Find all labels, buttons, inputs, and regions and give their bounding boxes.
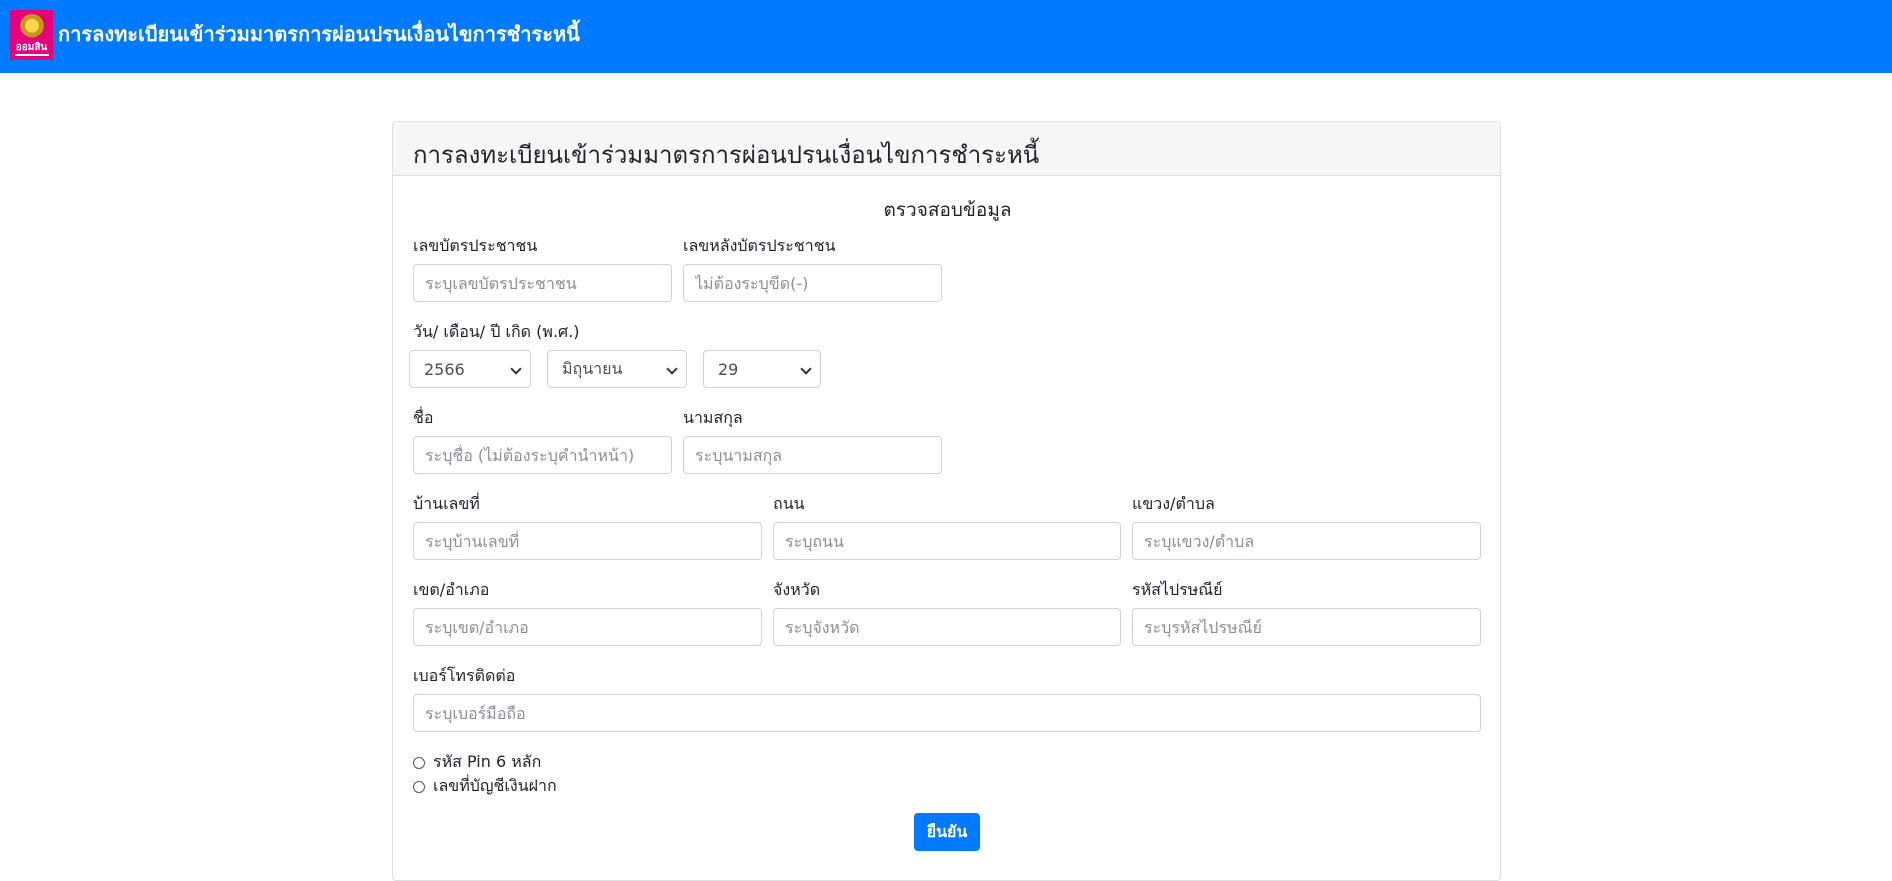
radio-button[interactable] <box>413 756 425 769</box>
birth-month-select[interactable]: มิถุนายน <box>547 350 687 388</box>
navbar-brand[interactable]: การลงทะเบียนเข้าร่วมมาตรการผ่อนปรนเงื่อน… <box>58 18 580 50</box>
house-no-label: บ้านเลขที่ <box>413 494 480 513</box>
logo-text: ออมสิน <box>15 42 48 53</box>
radio-pin-label: รหัส Pin 6 หลัก <box>433 752 542 771</box>
radio-account-label: เลขที่บัญชีเงินฝาก <box>433 776 557 795</box>
subdistrict-input[interactable] <box>1132 522 1481 560</box>
card-header: การลงทะเบียนเข้าร่วมมาตรการผ่อนปรนเงื่อน… <box>393 122 1500 176</box>
laser-code-input[interactable] <box>683 264 942 302</box>
id-card-label: เลขบัตรประชาชน <box>413 236 538 255</box>
postcode-input[interactable] <box>1132 608 1481 646</box>
radio-pin-option[interactable]: รหัส Pin 6 หลัก <box>413 750 541 775</box>
district-input[interactable] <box>413 608 762 646</box>
district-label: เขต/อำเภอ <box>413 580 490 599</box>
chevron-down-icon <box>666 363 678 375</box>
birth-year-select[interactable]: 2566 <box>409 350 531 388</box>
logo-underline <box>14 54 49 56</box>
province-label: จังหวัด <box>773 580 821 599</box>
road-input[interactable] <box>773 522 1121 560</box>
card-title: การลงทะเบียนเข้าร่วมมาตรการผ่อนปรนเงื่อน… <box>413 141 1040 169</box>
birth-month-value: มิถุนายน <box>562 358 623 378</box>
phone-label: เบอร์โทรติดต่อ <box>413 666 516 685</box>
postcode-label: รหัสไปรษณีย์ <box>1132 580 1223 599</box>
province-input[interactable] <box>773 608 1121 646</box>
radio-account-option[interactable]: เลขที่บัญชีเงินฝาก <box>413 774 557 799</box>
subdistrict-label: แขวง/ตำบล <box>1132 494 1215 513</box>
laser-code-label: เลขหลังบัตรประชาชน <box>683 236 836 255</box>
emblem-icon <box>18 14 45 40</box>
road-label: ถนน <box>773 494 805 513</box>
birth-day-select[interactable]: 29 <box>703 350 821 388</box>
last-name-input[interactable] <box>683 436 942 474</box>
chevron-down-icon <box>510 363 522 375</box>
birth-day-value: 29 <box>718 359 739 379</box>
chevron-down-icon <box>800 363 812 375</box>
birthdate-label: วัน/ เดือน/ ปี เกิด (พ.ศ.) <box>413 322 580 341</box>
birth-year-value: 2566 <box>424 359 465 379</box>
last-name-label: นามสกุล <box>683 408 743 427</box>
phone-input[interactable] <box>413 694 1481 732</box>
first-name-label: ชื่อ <box>413 408 434 427</box>
first-name-input[interactable] <box>413 436 672 474</box>
gsb-logo[interactable]: ออมสิน <box>10 10 53 60</box>
section-title: ตรวจสอบข้อมูล <box>883 199 1012 221</box>
top-navbar: ออมสิน การลงทะเบียนเข้าร่วมมาตรการผ่อนปร… <box>0 0 1892 73</box>
confirm-button[interactable]: ยืนยัน <box>914 813 980 851</box>
radio-button[interactable] <box>413 780 425 793</box>
house-no-input[interactable] <box>413 522 762 560</box>
registration-card: การลงทะเบียนเข้าร่วมมาตรการผ่อนปรนเงื่อน… <box>392 121 1501 881</box>
id-card-input[interactable] <box>413 264 672 302</box>
